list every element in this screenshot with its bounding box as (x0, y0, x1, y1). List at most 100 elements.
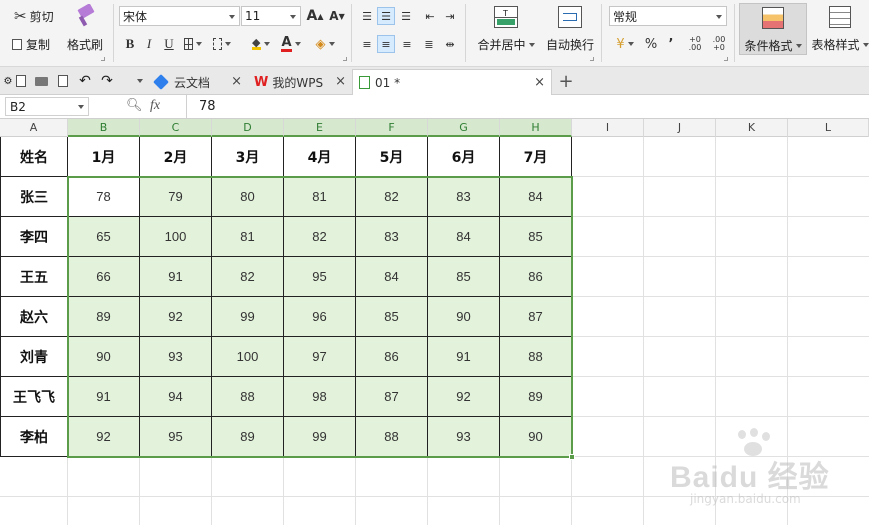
align-center-button[interactable]: ≡ (377, 35, 395, 53)
undo-icon[interactable]: ↶ (77, 73, 93, 89)
insert-function-button[interactable]: fx (150, 98, 160, 114)
font-grow-button[interactable]: A ▲ (306, 7, 324, 25)
data-cell[interactable]: 82 (212, 257, 284, 297)
merge-center-button[interactable]: T 合并居中 (475, 6, 537, 53)
data-cell[interactable]: 92 (140, 297, 212, 337)
column-header-a[interactable]: A (0, 119, 68, 137)
justify-button[interactable]: ≣ (420, 35, 438, 53)
close-icon[interactable]: × (231, 74, 242, 89)
header-cell-month[interactable]: 1月 (68, 137, 140, 177)
data-cell[interactable]: 79 (140, 177, 212, 217)
clipboard-dialog-launcher[interactable] (101, 57, 105, 61)
data-cell[interactable]: 86 (356, 337, 428, 377)
fill-handle[interactable] (569, 454, 575, 460)
column-header-e[interactable]: E (284, 119, 356, 137)
align-bottom-button[interactable]: ☰ (397, 7, 415, 25)
formula-input[interactable]: 78 (186, 95, 869, 118)
decrease-indent-button[interactable]: ⇤ (421, 7, 439, 25)
row-name-cell[interactable]: 李四 (0, 217, 68, 257)
data-cell[interactable]: 99 (212, 297, 284, 337)
row-name-cell[interactable]: 王五 (0, 257, 68, 297)
align-left-button[interactable]: ≡ (358, 35, 376, 53)
cell-area[interactable]: 姓名 1月 2月 3月 4月 5月 6月 7月 张三 78 79 80 81 82 83 84 李四 65 100 8… (0, 137, 869, 525)
data-cell[interactable]: 98 (284, 377, 356, 417)
align-right-button[interactable]: ≡ (398, 35, 416, 53)
data-cell[interactable]: 84 (500, 177, 572, 217)
data-cell[interactable]: 88 (356, 417, 428, 457)
tab-workbook-01[interactable]: 01 * × (352, 69, 552, 95)
increase-indent-button[interactable]: ⇥ (441, 7, 459, 25)
new-tab-button[interactable]: + (558, 71, 574, 92)
print-icon[interactable] (33, 73, 49, 89)
percent-button[interactable]: % (642, 35, 660, 53)
data-cell[interactable]: 91 (428, 337, 500, 377)
number-dialog-launcher[interactable] (724, 57, 728, 61)
align-middle-button[interactable]: ☰ (377, 7, 395, 25)
data-cell[interactable]: 66 (68, 257, 140, 297)
data-cell[interactable]: 87 (500, 297, 572, 337)
column-header-j[interactable]: J (644, 119, 716, 137)
data-cell[interactable]: 93 (428, 417, 500, 457)
bold-button[interactable]: B (121, 35, 139, 53)
column-header-l[interactable]: L (788, 119, 869, 137)
font-shrink-button[interactable]: A ▼ (328, 7, 346, 25)
data-cell[interactable]: 92 (428, 377, 500, 417)
column-header-k[interactable]: K (716, 119, 788, 137)
decrease-decimal-button[interactable]: .00 +0 (708, 35, 730, 53)
data-cell[interactable]: 87 (356, 377, 428, 417)
data-cell[interactable]: 97 (284, 337, 356, 377)
data-cell[interactable]: 96 (284, 297, 356, 337)
data-cell[interactable]: 82 (356, 177, 428, 217)
row-name-cell[interactable]: 李柏 (0, 417, 68, 457)
print-preview-icon[interactable] (55, 73, 71, 89)
name-box[interactable]: B2 (5, 97, 89, 116)
data-cell[interactable]: 100 (212, 337, 284, 377)
table-style-button[interactable]: 表格样式 (810, 6, 869, 53)
active-cell[interactable]: 78 (68, 177, 140, 217)
redo-icon[interactable]: ↷ (99, 73, 115, 89)
data-cell[interactable]: 89 (68, 297, 140, 337)
wrap-text-button[interactable]: 自动换行 (544, 6, 596, 53)
header-cell-month[interactable]: 5月 (356, 137, 428, 177)
clear-format-button[interactable]: ◈ (316, 35, 335, 53)
thousands-button[interactable]: ’ (662, 35, 680, 53)
border-button[interactable] (184, 35, 202, 53)
data-cell[interactable]: 80 (212, 177, 284, 217)
close-icon[interactable]: × (335, 74, 346, 89)
tab-my-wps[interactable]: W 我的WPS × (248, 69, 352, 95)
data-cell[interactable]: 99 (284, 417, 356, 457)
data-cell[interactable]: 88 (500, 337, 572, 377)
conditional-format-button[interactable]: 条件格式 (739, 3, 807, 55)
data-cell[interactable]: 85 (500, 217, 572, 257)
data-cell[interactable]: 90 (500, 417, 572, 457)
font-size-select[interactable]: 11 (241, 6, 301, 26)
underline-button[interactable]: U (160, 35, 178, 53)
data-cell[interactable]: 90 (428, 297, 500, 337)
tab-cloud-docs[interactable]: 云文档 × (148, 69, 248, 95)
header-cell-month[interactable]: 6月 (428, 137, 500, 177)
align-top-button[interactable]: ☰ (358, 7, 376, 25)
currency-button[interactable]: ¥ (612, 35, 638, 53)
distributed-button[interactable]: ⇹ (441, 35, 459, 53)
data-cell[interactable]: 91 (140, 257, 212, 297)
column-header-i[interactable]: I (572, 119, 644, 137)
header-cell-month[interactable]: 3月 (212, 137, 284, 177)
data-cell[interactable]: 95 (140, 417, 212, 457)
data-cell[interactable]: 90 (68, 337, 140, 377)
data-cell[interactable]: 84 (428, 217, 500, 257)
column-header-b[interactable]: B (68, 119, 140, 137)
fill-pattern-button[interactable] (213, 35, 231, 53)
data-cell[interactable]: 93 (140, 337, 212, 377)
data-cell[interactable]: 65 (68, 217, 140, 257)
quick-access-dropdown-icon[interactable] (130, 73, 146, 89)
data-cell[interactable]: 82 (284, 217, 356, 257)
column-header-c[interactable]: C (140, 119, 212, 137)
data-cell[interactable]: 89 (500, 377, 572, 417)
data-cell[interactable]: 86 (500, 257, 572, 297)
data-cell[interactable]: 88 (212, 377, 284, 417)
close-icon[interactable]: × (534, 75, 545, 90)
data-cell[interactable]: 81 (212, 217, 284, 257)
row-name-cell[interactable]: 赵六 (0, 297, 68, 337)
copy-button[interactable]: 复制 (0, 36, 50, 53)
font-color-button[interactable]: A (281, 35, 301, 53)
